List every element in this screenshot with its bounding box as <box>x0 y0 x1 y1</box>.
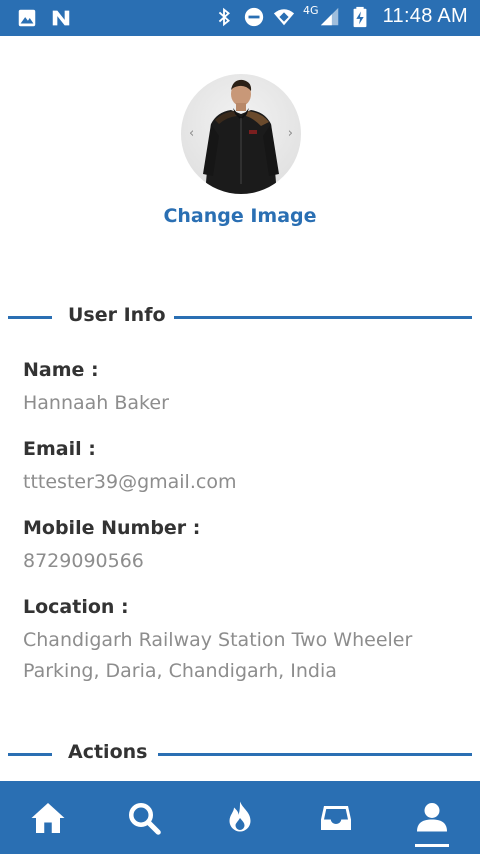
n-app-icon <box>50 7 72 29</box>
name-label: Name : <box>23 359 99 381</box>
change-image-button[interactable]: Change Image <box>0 205 480 227</box>
divider <box>8 753 52 756</box>
active-tab-indicator <box>415 844 449 847</box>
flame-icon <box>229 801 251 831</box>
profile-icon <box>417 802 447 831</box>
divider <box>174 316 472 319</box>
status-bar: 4G 11:48 AM <box>0 0 480 36</box>
location-value: Chandigarh Railway Station Two Wheeler P… <box>23 629 413 682</box>
nav-home[interactable] <box>0 781 96 854</box>
divider <box>8 316 52 319</box>
profile-photo-person <box>203 79 279 194</box>
bluetooth-icon <box>213 6 235 28</box>
search-icon <box>129 802 161 835</box>
status-left-icons <box>16 7 72 29</box>
status-right-icons: 4G 11:48 AM <box>213 4 468 28</box>
nav-profile[interactable] <box>384 781 480 854</box>
divider <box>158 753 472 756</box>
signal-icon <box>319 6 341 28</box>
wifi-icon <box>273 6 295 28</box>
actions-title: Actions <box>68 741 148 763</box>
image-icon <box>16 7 38 29</box>
user-info-title: User Info <box>68 304 166 326</box>
network-type-label: 4G <box>303 4 319 17</box>
mobile-number-label: Mobile Number : <box>23 517 201 539</box>
user-info-header: User Info <box>8 302 472 332</box>
email-label: Email : <box>23 438 96 460</box>
inbox-icon <box>321 805 351 830</box>
mobile-number-value: 8729090566 <box>23 550 144 572</box>
nav-search[interactable] <box>96 781 192 854</box>
battery-charging-icon <box>349 6 371 28</box>
actions-header: Actions <box>8 739 472 769</box>
name-value: Hannaah Baker <box>23 392 169 414</box>
location-label: Location : <box>23 596 129 618</box>
profile-image[interactable]: ‹ › <box>181 74 301 194</box>
do-not-disturb-icon <box>243 6 265 28</box>
status-time: 11:48 AM <box>382 5 468 27</box>
bottom-nav <box>0 781 480 854</box>
previous-image-arrow[interactable]: ‹ <box>189 126 194 141</box>
next-image-arrow[interactable]: › <box>288 126 293 141</box>
home-icon <box>31 802 65 833</box>
email-value: tttester39@gmail.com <box>23 471 237 493</box>
nav-inbox[interactable] <box>288 781 384 854</box>
nav-trending[interactable] <box>192 781 288 854</box>
